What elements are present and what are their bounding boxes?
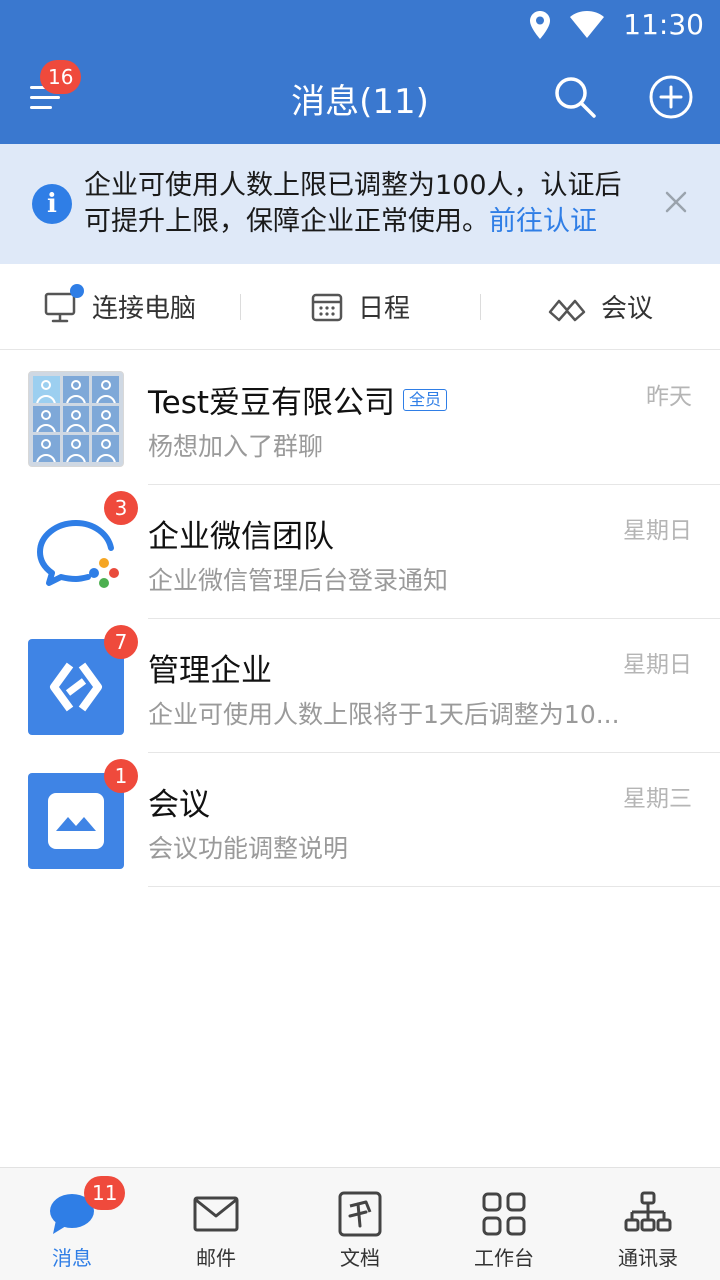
nav-messages[interactable]: 消息 11 [0, 1168, 144, 1280]
conversation-name: Test爱豆有限公司 全员 [148, 377, 448, 422]
nav-mail[interactable]: 邮件 [144, 1168, 288, 1280]
quick-label: 会议 [600, 294, 653, 324]
info-icon: i [32, 184, 72, 224]
nav-label: 消息 [52, 1246, 92, 1270]
nav-workbench[interactable]: 工作台 [432, 1168, 576, 1280]
conversation-list: Test爱豆有限公司 全员 杨想加入了群聊 昨天 3 企业微信团队 企业微信管理… [0, 351, 720, 887]
nav-label: 工作台 [474, 1246, 534, 1270]
nav-docs[interactable]: 文档 [288, 1168, 432, 1280]
conversation-time: 星期日 [623, 518, 692, 544]
search-icon [555, 77, 596, 118]
nav-contacts[interactable]: 通讯录 [576, 1168, 720, 1280]
conversation-title: 管理企业 [148, 653, 272, 689]
member-avatar [33, 405, 60, 433]
meeting-logo-icon [48, 793, 104, 849]
member-avatar [33, 435, 60, 462]
status-icons: 11:30 [529, 8, 704, 41]
notice-text: 企业可使用人数上限已调整为100人，认证后可提升上限，保障企业正常使用。前往认证 [84, 168, 644, 240]
group-avatar [28, 371, 124, 467]
conversation-time: 昨天 [646, 384, 692, 410]
conversation-item[interactable]: 3 企业微信团队 企业微信管理后台登录通知 星期日 [0, 485, 720, 619]
conversation-preview: 企业微信管理后台登录通知 [148, 566, 449, 595]
conversation-title: 会议 [148, 787, 210, 823]
conversation-item[interactable]: Test爱豆有限公司 全员 杨想加入了群聊 昨天 [0, 351, 720, 485]
conversation-name: 会议 [148, 779, 210, 824]
app-header: 11:30 16 消息(11) [0, 0, 720, 144]
calendar-icon [310, 290, 344, 324]
divider [148, 886, 720, 887]
member-photo [33, 376, 60, 403]
quick-actions-bar: 连接电脑 日程 会议 [0, 264, 720, 350]
org-chart-icon [624, 1191, 672, 1232]
location-icon [530, 10, 551, 39]
conversation-title: Test爱豆有限公司 [148, 385, 396, 421]
conversation-name: 企业微信团队 [148, 511, 334, 556]
add-circle-icon [649, 75, 693, 119]
nav-label: 邮件 [196, 1246, 236, 1270]
conversation-name: 管理企业 [148, 645, 272, 690]
meeting-button[interactable]: 会议 [480, 264, 720, 349]
top-bar: 16 消息(11) [0, 50, 720, 144]
conversation-time: 星期日 [623, 652, 692, 678]
document-icon [338, 1191, 382, 1237]
conversation-preview: 企业可使用人数上限将于1天后调整为10... [148, 700, 620, 729]
schedule-button[interactable]: 日程 [240, 264, 480, 349]
add-button[interactable] [648, 74, 696, 122]
connect-computer-button[interactable]: 连接电脑 [0, 264, 240, 349]
quick-label: 日程 [357, 294, 410, 324]
close-icon[interactable] [664, 190, 688, 214]
member-avatar [92, 435, 119, 462]
new-dot [69, 283, 84, 298]
meeting-icon [547, 290, 587, 324]
search-button[interactable] [552, 74, 602, 124]
verify-link[interactable]: 前往认证 [489, 206, 597, 237]
unread-badge: 7 [104, 625, 138, 659]
member-avatar [62, 376, 90, 403]
unread-badge: 3 [104, 491, 138, 525]
bottom-nav: 消息 11 邮件 文档 工作台 通讯录 [0, 1167, 720, 1280]
workbench-grid-icon [482, 1192, 526, 1236]
conversation-preview: 杨想加入了群聊 [148, 432, 324, 461]
nav-badge: 11 [84, 1176, 126, 1210]
admin-logo-icon [50, 662, 102, 712]
status-bar: 11:30 [0, 0, 720, 50]
wifi-icon [570, 10, 605, 38]
mail-icon [193, 1196, 239, 1232]
member-avatar [92, 376, 119, 403]
member-avatar [92, 405, 119, 433]
page-title: 消息(11) [291, 82, 429, 122]
conversation-time: 星期三 [623, 786, 692, 812]
quick-label: 连接电脑 [91, 294, 196, 324]
unread-badge: 1 [104, 759, 138, 793]
notice-banner: i 企业可使用人数上限已调整为100人，认证后可提升上限，保障企业正常使用。前往… [0, 144, 720, 264]
status-time: 11:30 [623, 8, 704, 41]
member-avatar [62, 435, 90, 462]
conversation-title: 企业微信团队 [148, 519, 334, 555]
nav-label: 文档 [340, 1246, 380, 1270]
conversation-item[interactable]: 7 管理企业 企业可使用人数上限将于1天后调整为10... 星期日 [0, 619, 720, 753]
computer-icon [44, 283, 84, 324]
conversation-preview: 会议功能调整说明 [148, 834, 349, 863]
nav-label: 通讯录 [618, 1246, 678, 1270]
member-avatar [62, 405, 90, 433]
conversation-item[interactable]: 1 会议 会议功能调整说明 星期三 [0, 753, 720, 887]
all-members-tag: 全员 [403, 388, 448, 411]
